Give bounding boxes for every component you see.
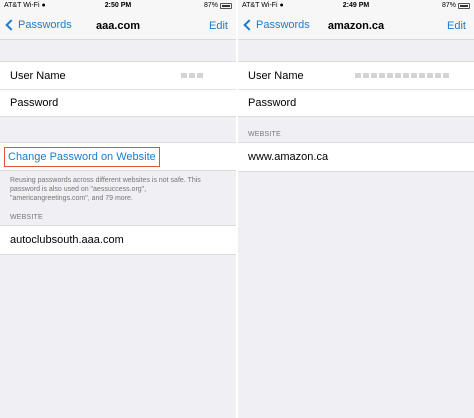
- username-row[interactable]: User Name: [238, 62, 474, 89]
- website-value: www.amazon.ca: [248, 151, 329, 163]
- navigation-bar: Passwords aaa.com Edit: [0, 13, 236, 40]
- clock: 2:50 PM: [104, 2, 132, 9]
- change-password-link[interactable]: Change Password on Website: [4, 146, 160, 167]
- page-title: aaa.com: [95, 20, 141, 32]
- battery-icon: [458, 2, 470, 9]
- left-screen: AT&T Wi-Fi ● 2:50 PM 87% Passwords aaa.co…: [0, 0, 236, 418]
- website-group: autoclubsouth.aaa.com: [0, 225, 236, 255]
- username-label: User Name: [10, 69, 66, 82]
- website-row[interactable]: autoclubsouth.aaa.com: [0, 226, 236, 254]
- website-value: autoclubsouth.aaa.com: [10, 234, 124, 246]
- website-row[interactable]: www.amazon.ca: [238, 143, 474, 171]
- username-value-redacted: [181, 73, 203, 78]
- page-title: amazon.ca: [327, 20, 385, 32]
- change-password-row[interactable]: Change Password on Website: [0, 143, 236, 170]
- navigation-bar: Passwords amazon.ca Edit: [238, 13, 474, 40]
- status-bar: AT&T Wi-Fi ● 2:50 PM 87%: [0, 0, 236, 13]
- website-section-header: WEBSITE: [10, 214, 43, 221]
- battery-icon: [220, 2, 232, 9]
- status-bar: AT&T Wi-Fi ● 2:49 PM 87%: [238, 0, 474, 13]
- change-password-group: Change Password on Website: [0, 142, 236, 171]
- edit-button[interactable]: Edit: [209, 20, 228, 32]
- website-section-header: WEBSITE: [248, 131, 281, 138]
- website-group: www.amazon.ca: [238, 142, 474, 172]
- username-row[interactable]: User Name: [0, 62, 236, 89]
- username-label: User Name: [248, 69, 304, 82]
- password-label: Password: [10, 97, 59, 109]
- username-value-redacted: [355, 73, 449, 78]
- right-screen: AT&T Wi-Fi ● 2:49 PM 87% Passwords amazon…: [238, 0, 474, 418]
- password-label: Password: [248, 97, 297, 109]
- password-reuse-warning: Reusing passwords across different websi…: [10, 177, 201, 202]
- battery-status: 87%: [442, 2, 470, 9]
- clock: 2:49 PM: [342, 2, 370, 9]
- credentials-group: User Name Password: [0, 61, 236, 117]
- edit-button[interactable]: Edit: [447, 20, 466, 32]
- password-row[interactable]: Password: [0, 89, 236, 116]
- credentials-group: User Name Password: [238, 61, 474, 117]
- battery-status: 87%: [204, 2, 232, 9]
- password-row[interactable]: Password: [238, 89, 474, 116]
- screenshot-comparison: AT&T Wi-Fi ● 2:50 PM 87% Passwords aaa.co…: [0, 0, 474, 418]
